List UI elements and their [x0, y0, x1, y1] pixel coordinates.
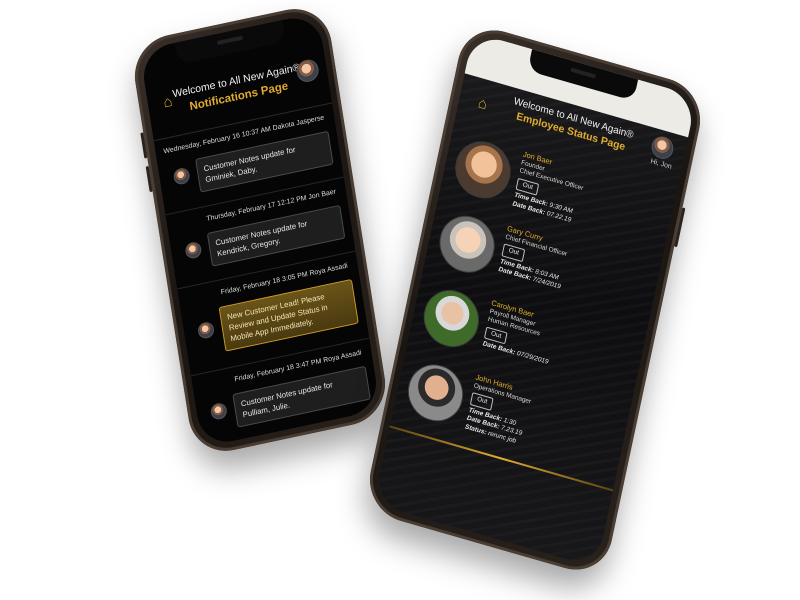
employee-photo: [418, 283, 485, 354]
phone-notifications: ⌂ Welcome to All New Again® Notification…: [129, 1, 391, 459]
employee-photo: [402, 357, 469, 429]
notifications-screen: ⌂ Welcome to All New Again® Notification…: [139, 12, 381, 448]
power-button: [674, 207, 686, 248]
volume-button: [140, 132, 148, 159]
sender-avatar: [172, 166, 191, 186]
phone-employee-status: ⌂ Welcome to All New Again® Employee Sta…: [362, 20, 708, 580]
employee-photo: [450, 134, 516, 205]
sender-avatar: [196, 320, 216, 340]
employee-status-screen: ⌂ Welcome to All New Again® Employee Sta…: [373, 32, 697, 568]
employee-photo: [434, 209, 500, 280]
sender-avatar: [209, 401, 228, 421]
volume-button: [145, 165, 153, 193]
sender-avatar: [184, 240, 203, 260]
